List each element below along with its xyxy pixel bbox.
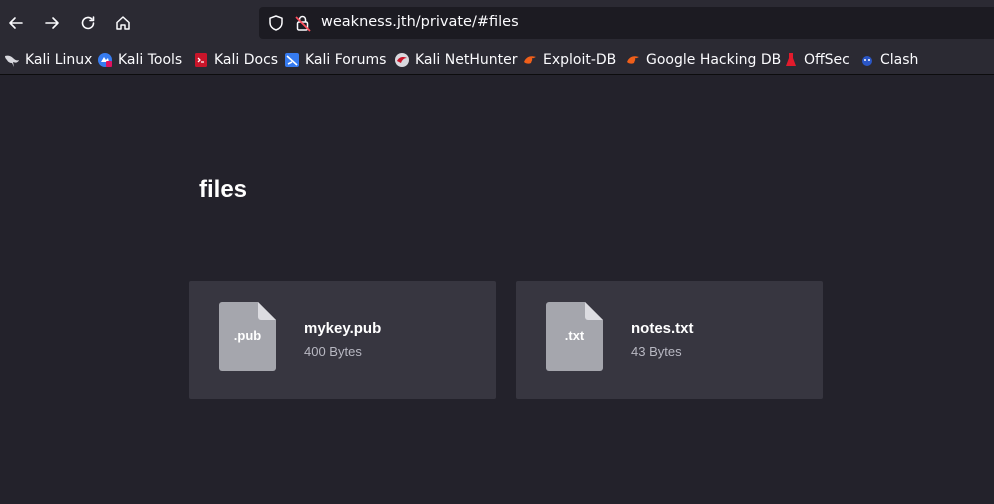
file-extension-label: .pub xyxy=(233,328,262,343)
ghdb-icon xyxy=(627,56,639,64)
exploit-db-icon xyxy=(524,56,536,64)
kali-tools-icon xyxy=(98,53,112,67)
bookmark-kali-forums[interactable]: Kali Forums xyxy=(284,46,386,74)
shield-icon[interactable] xyxy=(267,14,285,32)
bookmark-google-hacking-db[interactable]: Google Hacking DB xyxy=(625,46,781,74)
file-card-notes-txt[interactable]: .txt notes.txt 43 Bytes xyxy=(516,281,823,399)
kali-dragon-icon xyxy=(5,55,19,67)
home-icon xyxy=(116,16,130,30)
bookmark-kali-tools[interactable]: Kali Tools xyxy=(97,46,182,74)
bookmark-kali-docs[interactable]: Kali Docs xyxy=(193,46,278,74)
reload-icon xyxy=(81,16,95,30)
file-extension-label: .txt xyxy=(564,328,585,343)
file-name[interactable]: notes.txt xyxy=(631,320,694,337)
page-title: files xyxy=(199,176,248,203)
kali-docs-icon xyxy=(195,53,207,67)
bookmark-exploit-db[interactable]: Exploit-DB xyxy=(522,46,616,74)
bookmark-kali-linux[interactable]: Kali Linux xyxy=(4,46,92,74)
file-name[interactable]: mykey.pub xyxy=(304,320,381,337)
reload-button[interactable] xyxy=(73,8,103,38)
arrow-left-icon xyxy=(9,17,23,29)
bookmark-kali-nethunter[interactable]: Kali NetHunter xyxy=(394,46,517,74)
clash-icon xyxy=(862,56,872,66)
forward-button[interactable] xyxy=(37,8,67,38)
address-bar[interactable]: weakness.jth/private/#files xyxy=(259,7,994,39)
back-button[interactable] xyxy=(1,8,31,38)
file-size: 400 Bytes xyxy=(304,344,362,359)
page-content: files .pub mykey.pub 400 Bytes .txt note… xyxy=(0,76,994,504)
offsec-icon xyxy=(786,53,796,66)
url-text[interactable]: weakness.jth/private/#files xyxy=(321,14,519,30)
bookmarks-toolbar: Kali Linux Kali Tools Kali Docs Kali For… xyxy=(0,46,994,75)
kali-nethunter-icon xyxy=(395,53,409,67)
bookmark-offsec[interactable]: OffSec xyxy=(783,46,850,74)
file-card-mykey-pub[interactable]: .pub mykey.pub 400 Bytes xyxy=(189,281,496,399)
insecure-lock-icon[interactable] xyxy=(294,14,312,32)
file-size: 43 Bytes xyxy=(631,344,682,359)
arrow-right-icon xyxy=(45,17,59,29)
home-button[interactable] xyxy=(108,8,138,38)
browser-toolbar: weakness.jth/private/#files xyxy=(0,0,994,46)
bookmark-clash[interactable]: Clash xyxy=(859,46,918,74)
kali-forums-icon xyxy=(285,53,299,67)
